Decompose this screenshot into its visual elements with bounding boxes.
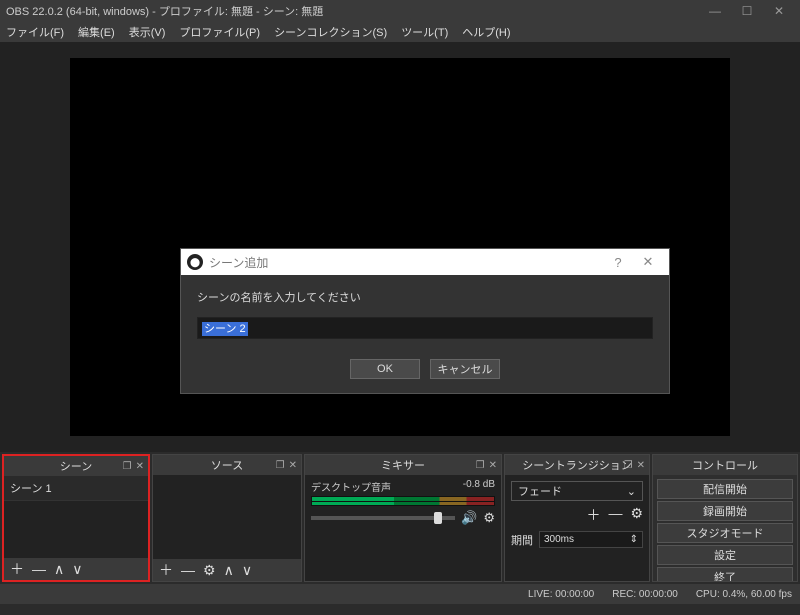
popout-icon[interactable]: ❐: [476, 460, 485, 471]
status-cpu: CPU: 0.4%, 60.00 fps: [696, 589, 792, 600]
dialog-body: シーンの名前を入力してください シーン 2: [181, 275, 669, 349]
remove-source-button[interactable]: —: [181, 562, 195, 578]
ok-button[interactable]: OK: [350, 359, 420, 379]
mixer-dock: ミキサー ❐ ✕ デスクトップ音声 -0.8 dB 🔊 ⚙: [304, 454, 502, 582]
duration-label: 期間: [511, 532, 533, 548]
duration-input[interactable]: 300ms ⇕: [539, 531, 643, 548]
dialog-close-button[interactable]: ✕: [633, 254, 663, 270]
scenes-title: シーン: [60, 458, 92, 474]
close-icon[interactable]: ✕: [136, 461, 144, 472]
menu-profile[interactable]: プロファイル(P): [177, 22, 262, 42]
sources-list[interactable]: [153, 475, 301, 559]
sources-header: ソース ❐ ✕: [153, 455, 301, 475]
menubar: ファイル(F) 編集(E) 表示(V) プロファイル(P) シーンコレクション(…: [0, 22, 800, 42]
add-source-button[interactable]: ＋: [159, 560, 173, 580]
scenes-list[interactable]: シーン 1: [4, 476, 148, 558]
scene-up-button[interactable]: ∧: [54, 561, 64, 578]
window-titlebar: OBS 22.0.2 (64-bit, windows) - プロファイル: 無…: [0, 0, 800, 22]
add-scene-button[interactable]: ＋: [10, 559, 24, 579]
speaker-icon[interactable]: 🔊: [461, 510, 477, 526]
start-recording-button[interactable]: 録画開始: [657, 501, 793, 521]
dialog-prompt: シーンの名前を入力してください: [197, 289, 653, 305]
remove-transition-button[interactable]: —: [608, 505, 622, 525]
scene-name-value: シーン 2: [202, 322, 248, 336]
transition-props-button[interactable]: ⚙: [630, 505, 643, 525]
scenes-footer: ＋ — ∧ ∨: [4, 558, 148, 580]
close-icon[interactable]: ✕: [637, 460, 645, 471]
studio-mode-button[interactable]: スタジオモード: [657, 523, 793, 543]
sources-dock: ソース ❐ ✕ ＋ — ⚙ ∧ ∨: [152, 454, 302, 582]
status-live: LIVE: 00:00:00: [528, 589, 594, 600]
transitions-title: シーントランジション: [522, 457, 631, 473]
transitions-body: フェード ⌄ ＋ — ⚙ 期間 300ms ⇕: [505, 475, 649, 581]
add-transition-button[interactable]: ＋: [586, 505, 600, 525]
popout-icon[interactable]: ❐: [276, 460, 285, 471]
stepper-icon[interactable]: ⇕: [630, 534, 638, 545]
settings-button[interactable]: 設定: [657, 545, 793, 565]
mixer-channel: デスクトップ音声 -0.8 dB 🔊 ⚙: [305, 475, 501, 530]
menu-scene-collection[interactable]: シーンコレクション(S): [272, 22, 389, 42]
transitions-header: シーントランジション ❐ ✕: [505, 455, 649, 475]
close-icon[interactable]: ✕: [489, 460, 497, 471]
mixer-body: デスクトップ音声 -0.8 dB 🔊 ⚙: [305, 475, 501, 581]
source-up-button[interactable]: ∧: [224, 562, 234, 579]
close-button[interactable]: ✕: [764, 1, 794, 21]
menu-edit[interactable]: 編集(E): [76, 22, 117, 42]
scene-name-input[interactable]: シーン 2: [197, 317, 653, 339]
obs-icon: ⬤: [187, 254, 203, 270]
remove-scene-button[interactable]: —: [32, 561, 46, 577]
minimize-button[interactable]: —: [700, 1, 730, 21]
menu-file[interactable]: ファイル(F): [4, 22, 66, 42]
dialog-button-row: OK キャンセル: [181, 349, 669, 393]
controls-body: 配信開始 録画開始 スタジオモード 設定 終了: [653, 475, 797, 581]
window-title: OBS 22.0.2 (64-bit, windows) - プロファイル: 無…: [6, 3, 700, 19]
transitions-dock: シーントランジション ❐ ✕ フェード ⌄ ＋ — ⚙ 期間 300ms ⇕: [504, 454, 650, 582]
dialog-title: シーン追加: [209, 254, 603, 271]
source-props-button[interactable]: ⚙: [203, 562, 216, 579]
statusbar: LIVE: 00:00:00 REC: 00:00:00 CPU: 0.4%, …: [0, 584, 800, 604]
slider-thumb[interactable]: [434, 512, 442, 524]
source-down-button[interactable]: ∨: [242, 562, 252, 579]
add-scene-dialog: ⬤ シーン追加 ? ✕ シーンの名前を入力してください シーン 2 OK キャン…: [180, 248, 670, 394]
dialog-titlebar: ⬤ シーン追加 ? ✕: [181, 249, 669, 275]
controls-title: コントロール: [692, 457, 758, 473]
cancel-button[interactable]: キャンセル: [430, 359, 500, 379]
chevron-down-icon: ⌄: [627, 485, 636, 498]
menu-view[interactable]: 表示(V): [127, 22, 168, 42]
channel-name: デスクトップ音声: [311, 479, 391, 494]
window-buttons: — ☐ ✕: [700, 1, 794, 21]
menu-tools[interactable]: ツール(T): [399, 22, 450, 42]
maximize-button[interactable]: ☐: [732, 1, 762, 21]
scene-down-button[interactable]: ∨: [72, 561, 82, 578]
mixer-header: ミキサー ❐ ✕: [305, 455, 501, 475]
gear-icon[interactable]: ⚙: [483, 510, 495, 526]
menu-help[interactable]: ヘルプ(H): [460, 22, 512, 42]
transition-selected: フェード: [518, 483, 562, 499]
close-icon[interactable]: ✕: [289, 460, 297, 471]
dialog-help-button[interactable]: ?: [603, 255, 633, 270]
transition-select[interactable]: フェード ⌄: [511, 481, 643, 501]
sources-footer: ＋ — ⚙ ∧ ∨: [153, 559, 301, 581]
exit-button[interactable]: 終了: [657, 567, 793, 581]
docks-row: シーン ❐ ✕ シーン 1 ＋ — ∧ ∨ ソース ❐ ✕ ＋ —: [0, 452, 800, 584]
scenes-header: シーン ❐ ✕: [4, 456, 148, 476]
scene-item[interactable]: シーン 1: [4, 476, 148, 501]
volume-slider[interactable]: [311, 516, 455, 520]
audio-meter: [311, 496, 495, 506]
mixer-title: ミキサー: [381, 457, 425, 473]
popout-icon[interactable]: ❐: [123, 461, 132, 472]
scenes-dock: シーン ❐ ✕ シーン 1 ＋ — ∧ ∨: [2, 454, 150, 582]
channel-db: -0.8 dB: [463, 479, 495, 494]
controls-header: コントロール: [653, 455, 797, 475]
duration-value: 300ms: [544, 534, 574, 545]
popout-icon[interactable]: ❐: [624, 460, 633, 471]
start-streaming-button[interactable]: 配信開始: [657, 479, 793, 499]
status-rec: REC: 00:00:00: [612, 589, 678, 600]
controls-dock: コントロール 配信開始 録画開始 スタジオモード 設定 終了: [652, 454, 798, 582]
sources-title: ソース: [211, 457, 243, 473]
